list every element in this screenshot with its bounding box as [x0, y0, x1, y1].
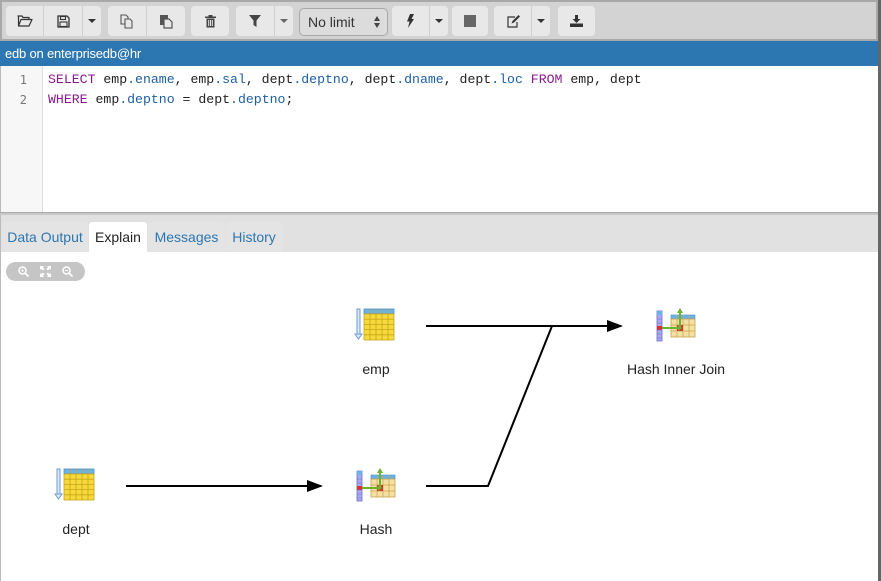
tab-history[interactable]: History [226, 222, 282, 252]
plan-node-emp[interactable]: emp [321, 307, 431, 377]
sql-text: , dept [348, 72, 397, 87]
open-file-button[interactable] [6, 6, 44, 36]
trash-icon [204, 14, 216, 27]
explain-plan-panel: emp dept Hash Hash Inner Join [0, 252, 878, 581]
lightning-icon [407, 14, 414, 28]
line-number-gutter [1, 66, 43, 212]
pencil-square-icon [506, 14, 520, 28]
sql-keyword: WHERE [48, 92, 88, 107]
delete-button-group [191, 6, 229, 36]
tab-data-output[interactable]: Data Output [2, 222, 88, 252]
sql-text: , dept [245, 72, 294, 87]
line-number: 1 [19, 73, 27, 87]
sql-text: = dept [174, 92, 231, 107]
tab-messages[interactable]: Messages [148, 222, 225, 252]
delete-button[interactable] [191, 6, 229, 36]
sql-column: .dname [396, 72, 444, 87]
sql-text: ; [285, 92, 294, 107]
plan-node-label: Hash Inner Join [626, 361, 726, 377]
plan-node-label: emp [362, 361, 390, 377]
paste-button[interactable] [147, 6, 185, 36]
download-icon [570, 15, 583, 27]
stop-button[interactable] [452, 6, 488, 36]
sql-column: .sal [214, 72, 246, 87]
clipboard-button-group [108, 6, 185, 36]
select-arrows-icon [374, 16, 381, 28]
edit-button[interactable] [494, 6, 532, 36]
filter-dropdown-button[interactable] [275, 6, 293, 36]
connection-title-bar: edb on enterprisedb@hr [0, 41, 878, 66]
sql-column: .deptno [119, 92, 175, 107]
row-limit-value: No limit [308, 14, 355, 30]
filter-icon [249, 15, 261, 27]
edit-dropdown-button[interactable] [532, 6, 550, 36]
caret-down-icon [280, 19, 288, 23]
caret-down-icon [88, 19, 96, 23]
caret-down-icon [435, 19, 443, 23]
row-limit-select[interactable]: No limit [299, 8, 388, 36]
connection-label: edb on enterprisedb@hr [5, 46, 141, 61]
copy-button[interactable] [108, 6, 147, 36]
copy-icon [120, 13, 133, 29]
plan-node-label: dept [62, 521, 90, 537]
edit-button-group [494, 6, 550, 36]
execute-button-group [392, 6, 448, 36]
code-line[interactable]: SELECT emp.ename, emp.sal, dept.deptno, … [48, 72, 642, 87]
hash-icon [356, 468, 396, 502]
filter-button[interactable] [236, 6, 275, 36]
folder-open-icon [16, 15, 33, 27]
sql-text: emp, dept [562, 72, 642, 87]
save-icon [56, 14, 70, 28]
code-line[interactable]: WHERE emp.deptno = dept.deptno; [48, 92, 293, 107]
save-dropdown-button[interactable] [83, 6, 101, 36]
plan-node-label: Hash [359, 521, 393, 537]
stop-button-group [452, 6, 488, 36]
plan-node-dept[interactable]: dept [21, 467, 131, 537]
sql-column: .deptno [293, 72, 349, 87]
query-toolbar: No limit [0, 0, 878, 41]
sql-column: .loc [491, 72, 523, 87]
save-file-button[interactable] [44, 6, 83, 36]
sql-text: emp [95, 72, 128, 87]
sql-editor[interactable]: 1 SELECT emp.ename, emp.sal, dept.deptno,… [0, 66, 878, 212]
sql-column: .ename [127, 72, 175, 87]
line-number: 2 [19, 93, 27, 107]
sql-column: .deptno [230, 92, 286, 107]
caret-down-icon [537, 19, 545, 23]
sql-keyword: SELECT [48, 72, 96, 87]
sql-keyword: FROM [530, 72, 563, 87]
results-tab-bar: Data Output Explain Messages History [0, 215, 878, 252]
plan-node-hash[interactable]: Hash [321, 467, 431, 537]
execute-button[interactable] [392, 6, 430, 36]
edge-hash-to-hash-join [426, 325, 553, 487]
stop-icon [464, 15, 476, 27]
paste-icon [160, 14, 173, 29]
execute-dropdown-button[interactable] [430, 6, 448, 36]
seq-scan-icon [354, 308, 395, 341]
sql-text: , emp [174, 72, 215, 87]
seq-scan-icon [54, 468, 95, 501]
download-button-group [558, 6, 595, 36]
sql-text: , dept [443, 72, 492, 87]
filter-button-group [236, 6, 293, 36]
plan-node-hash-inner-join[interactable]: Hash Inner Join [621, 307, 731, 377]
tab-explain[interactable]: Explain [89, 222, 147, 252]
file-button-group [6, 6, 101, 36]
download-button[interactable] [558, 6, 595, 36]
hash-join-icon [656, 308, 696, 342]
plan-edges [126, 320, 623, 492]
sql-text: emp [87, 92, 120, 107]
